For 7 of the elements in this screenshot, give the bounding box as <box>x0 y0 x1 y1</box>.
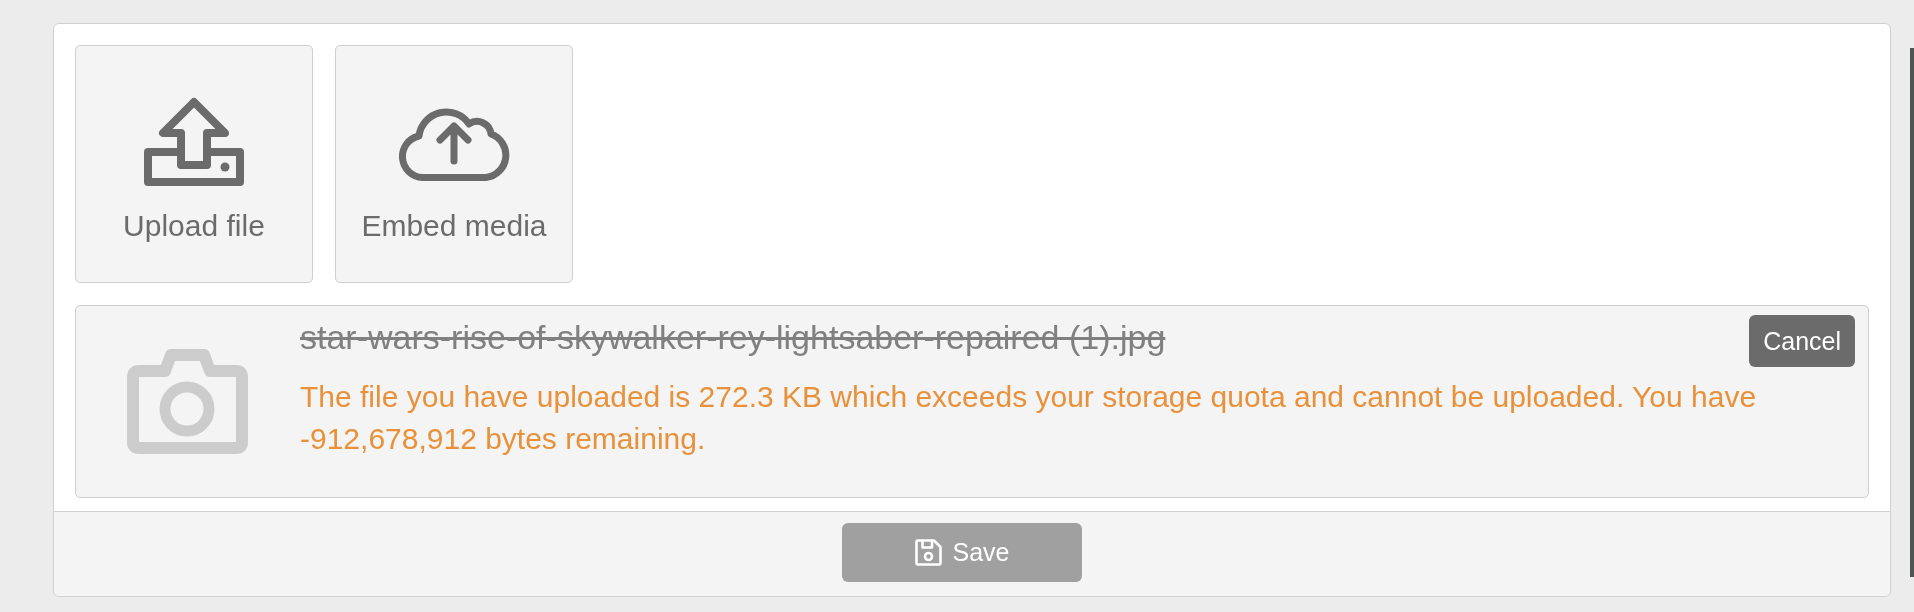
upload-tray-icon <box>144 97 244 187</box>
camera-icon <box>127 349 248 454</box>
file-name: star-wars-rise-of-skywalker-rey-lightsaber-repaired (1).jpg <box>300 317 1166 358</box>
upload-file-button[interactable]: Upload file <box>75 45 313 283</box>
embed-media-button[interactable]: Embed media <box>335 45 573 283</box>
error-message: The file you have uploaded is 272.3 KB which exceeds your storage quota and cannot be uploaded. You have -912,678,912 bytes remaining. <box>300 379 1758 457</box>
cancel-button[interactable]: Cancel <box>1749 315 1855 367</box>
